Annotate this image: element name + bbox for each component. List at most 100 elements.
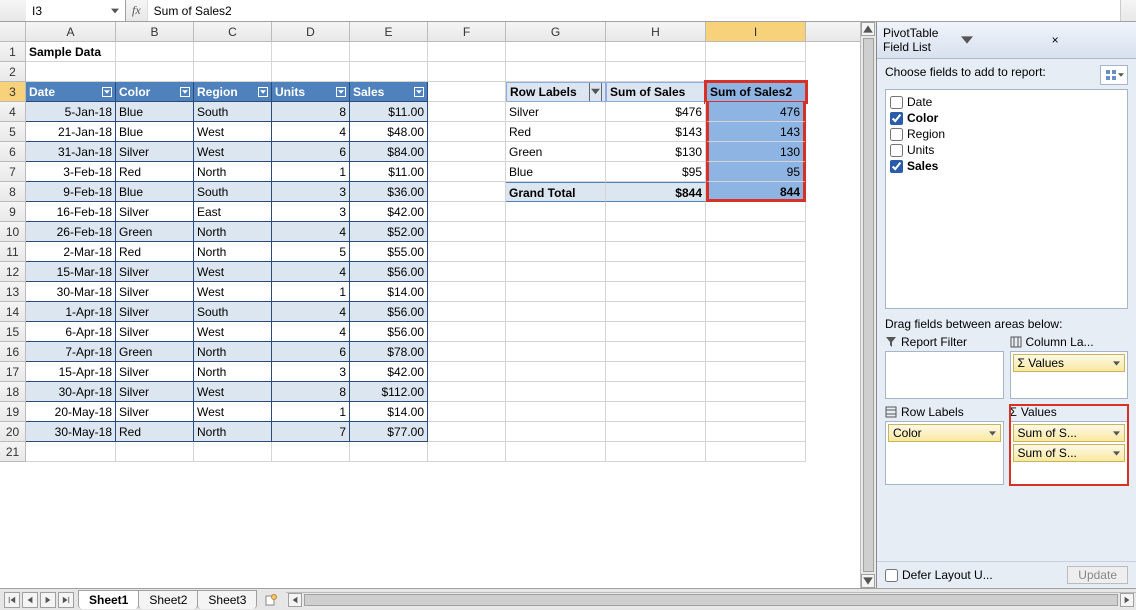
- cell[interactable]: South: [194, 102, 272, 122]
- cell[interactable]: [350, 442, 428, 462]
- cell[interactable]: 20-May-18: [26, 402, 116, 422]
- row-header-3[interactable]: 3: [0, 82, 26, 102]
- field-chip[interactable]: Sum of S...: [1013, 444, 1126, 462]
- col-header-A[interactable]: A: [26, 22, 116, 41]
- cell[interactable]: 5: [272, 242, 350, 262]
- cell[interactable]: North: [194, 362, 272, 382]
- scroll-down-button[interactable]: [861, 574, 875, 588]
- cell[interactable]: [428, 362, 506, 382]
- cell[interactable]: 5-Jan-18: [26, 102, 116, 122]
- cell[interactable]: $14.00: [350, 282, 428, 302]
- cell[interactable]: [706, 402, 806, 422]
- cell[interactable]: Silver: [116, 262, 194, 282]
- field-checkbox[interactable]: [890, 160, 903, 173]
- cell[interactable]: $95: [606, 162, 706, 182]
- sheet-tab-sheet2[interactable]: Sheet2: [138, 590, 198, 609]
- row-header-21[interactable]: 21: [0, 442, 26, 462]
- cell[interactable]: North: [194, 342, 272, 362]
- cell[interactable]: [428, 182, 506, 202]
- cell[interactable]: 6: [272, 342, 350, 362]
- cell[interactable]: [606, 222, 706, 242]
- tab-next-button[interactable]: [40, 592, 56, 608]
- cell[interactable]: $14.00: [350, 402, 428, 422]
- filter-dropdown-icon[interactable]: [336, 87, 346, 97]
- cell[interactable]: Red: [116, 242, 194, 262]
- tab-prev-button[interactable]: [22, 592, 38, 608]
- cell[interactable]: North: [194, 162, 272, 182]
- cell[interactable]: 95: [706, 162, 806, 182]
- cell[interactable]: Silver: [506, 102, 606, 122]
- cell[interactable]: [506, 442, 606, 462]
- row-header-5[interactable]: 5: [0, 122, 26, 142]
- cell[interactable]: 15-Mar-18: [26, 262, 116, 282]
- cell[interactable]: [26, 62, 116, 82]
- grid-rows[interactable]: 1Sample Data23DateColorRegionUnitsSalesR…: [0, 42, 860, 588]
- cell[interactable]: [506, 202, 606, 222]
- cell[interactable]: [706, 202, 806, 222]
- cell[interactable]: Silver: [116, 302, 194, 322]
- cell[interactable]: [706, 62, 806, 82]
- cell[interactable]: 4: [272, 322, 350, 342]
- cell[interactable]: [116, 442, 194, 462]
- cell[interactable]: $130: [606, 142, 706, 162]
- cell[interactable]: [706, 302, 806, 322]
- cell[interactable]: Silver: [116, 282, 194, 302]
- field-chip[interactable]: Color: [888, 424, 1001, 442]
- cell[interactable]: [428, 322, 506, 342]
- row-header-14[interactable]: 14: [0, 302, 26, 322]
- defer-layout-checkbox[interactable]: [885, 569, 898, 582]
- row-header-9[interactable]: 9: [0, 202, 26, 222]
- cell[interactable]: North: [194, 222, 272, 242]
- layout-options-button[interactable]: [1100, 65, 1128, 85]
- cell[interactable]: [194, 442, 272, 462]
- cell[interactable]: Silver: [116, 382, 194, 402]
- cell[interactable]: [706, 342, 806, 362]
- cell[interactable]: [606, 62, 706, 82]
- cell[interactable]: Sample Data: [26, 42, 116, 62]
- field-region[interactable]: Region: [890, 126, 1123, 142]
- filter-dropdown-icon[interactable]: [258, 87, 268, 97]
- horizontal-scrollbar[interactable]: [286, 592, 1136, 608]
- cell[interactable]: [606, 422, 706, 442]
- cell[interactable]: Grand Total: [506, 182, 606, 202]
- cell[interactable]: 1: [272, 162, 350, 182]
- cell[interactable]: 4: [272, 302, 350, 322]
- cell[interactable]: $56.00: [350, 322, 428, 342]
- cell[interactable]: 3: [272, 182, 350, 202]
- cell[interactable]: [606, 402, 706, 422]
- cell[interactable]: [428, 162, 506, 182]
- cell[interactable]: Green: [116, 342, 194, 362]
- cell[interactable]: Green: [506, 142, 606, 162]
- cell[interactable]: 30-May-18: [26, 422, 116, 442]
- cell[interactable]: [428, 82, 506, 102]
- pivot-header-rowlabels[interactable]: Row Labels: [506, 82, 606, 102]
- cell[interactable]: [606, 262, 706, 282]
- cell[interactable]: [428, 202, 506, 222]
- cell[interactable]: 21-Jan-18: [26, 122, 116, 142]
- cell[interactable]: [706, 222, 806, 242]
- cell[interactable]: Silver: [116, 322, 194, 342]
- row-header-19[interactable]: 19: [0, 402, 26, 422]
- cell[interactable]: $11.00: [350, 162, 428, 182]
- table-header-color[interactable]: Color: [116, 82, 194, 102]
- tab-last-button[interactable]: [58, 592, 74, 608]
- field-units[interactable]: Units: [890, 142, 1123, 158]
- cell[interactable]: [506, 422, 606, 442]
- cell[interactable]: 6-Apr-18: [26, 322, 116, 342]
- cell[interactable]: $84.00: [350, 142, 428, 162]
- col-header-G[interactable]: G: [506, 22, 606, 41]
- cell[interactable]: $476: [606, 102, 706, 122]
- cell[interactable]: 30-Apr-18: [26, 382, 116, 402]
- cell[interactable]: [116, 42, 194, 62]
- cell[interactable]: West: [194, 122, 272, 142]
- col-header-B[interactable]: B: [116, 22, 194, 41]
- cell[interactable]: [606, 322, 706, 342]
- cell[interactable]: East: [194, 202, 272, 222]
- cell[interactable]: $55.00: [350, 242, 428, 262]
- cell[interactable]: West: [194, 282, 272, 302]
- cell[interactable]: 4: [272, 122, 350, 142]
- row-header-17[interactable]: 17: [0, 362, 26, 382]
- cell[interactable]: [706, 242, 806, 262]
- filter-dropdown-icon[interactable]: [180, 87, 190, 97]
- panel-menu-icon[interactable]: [961, 34, 973, 46]
